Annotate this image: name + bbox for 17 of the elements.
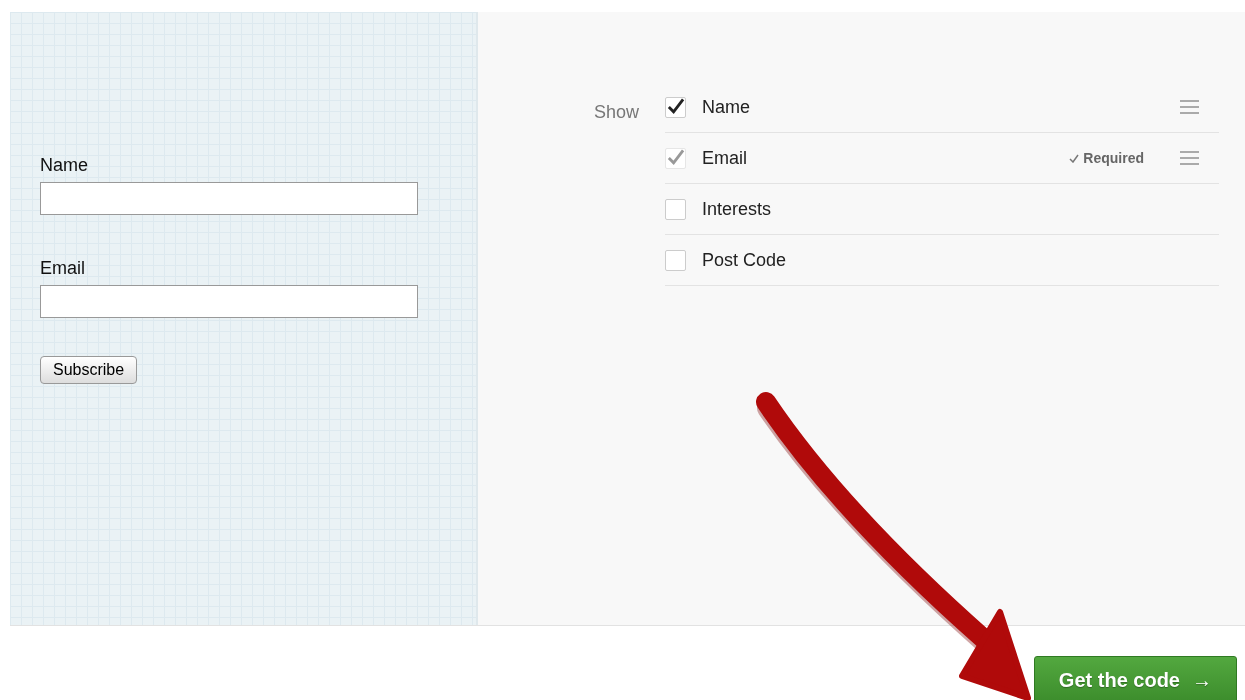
field-label: Email: [40, 257, 85, 280]
option-label: Name: [702, 95, 751, 119]
checkbox[interactable]: [665, 96, 687, 118]
checkbox[interactable]: [665, 249, 687, 271]
subscribe-button[interactable]: Subscribe: [40, 356, 138, 384]
get-code-button[interactable]: Get the code →: [1033, 656, 1237, 700]
text-field[interactable]: [40, 285, 418, 318]
option-label: Email: [702, 146, 748, 170]
option-label: Post Code: [702, 248, 787, 272]
required-note: Required: [1083, 148, 1144, 168]
show-label: Show: [594, 101, 640, 121]
drag-handle-icon[interactable]: [1180, 100, 1199, 114]
field-label: Name: [40, 154, 88, 177]
checkbox[interactable]: [665, 198, 687, 220]
option-label: Interests: [702, 197, 772, 221]
text-field[interactable]: [40, 182, 418, 215]
check-icon: [1069, 153, 1080, 163]
